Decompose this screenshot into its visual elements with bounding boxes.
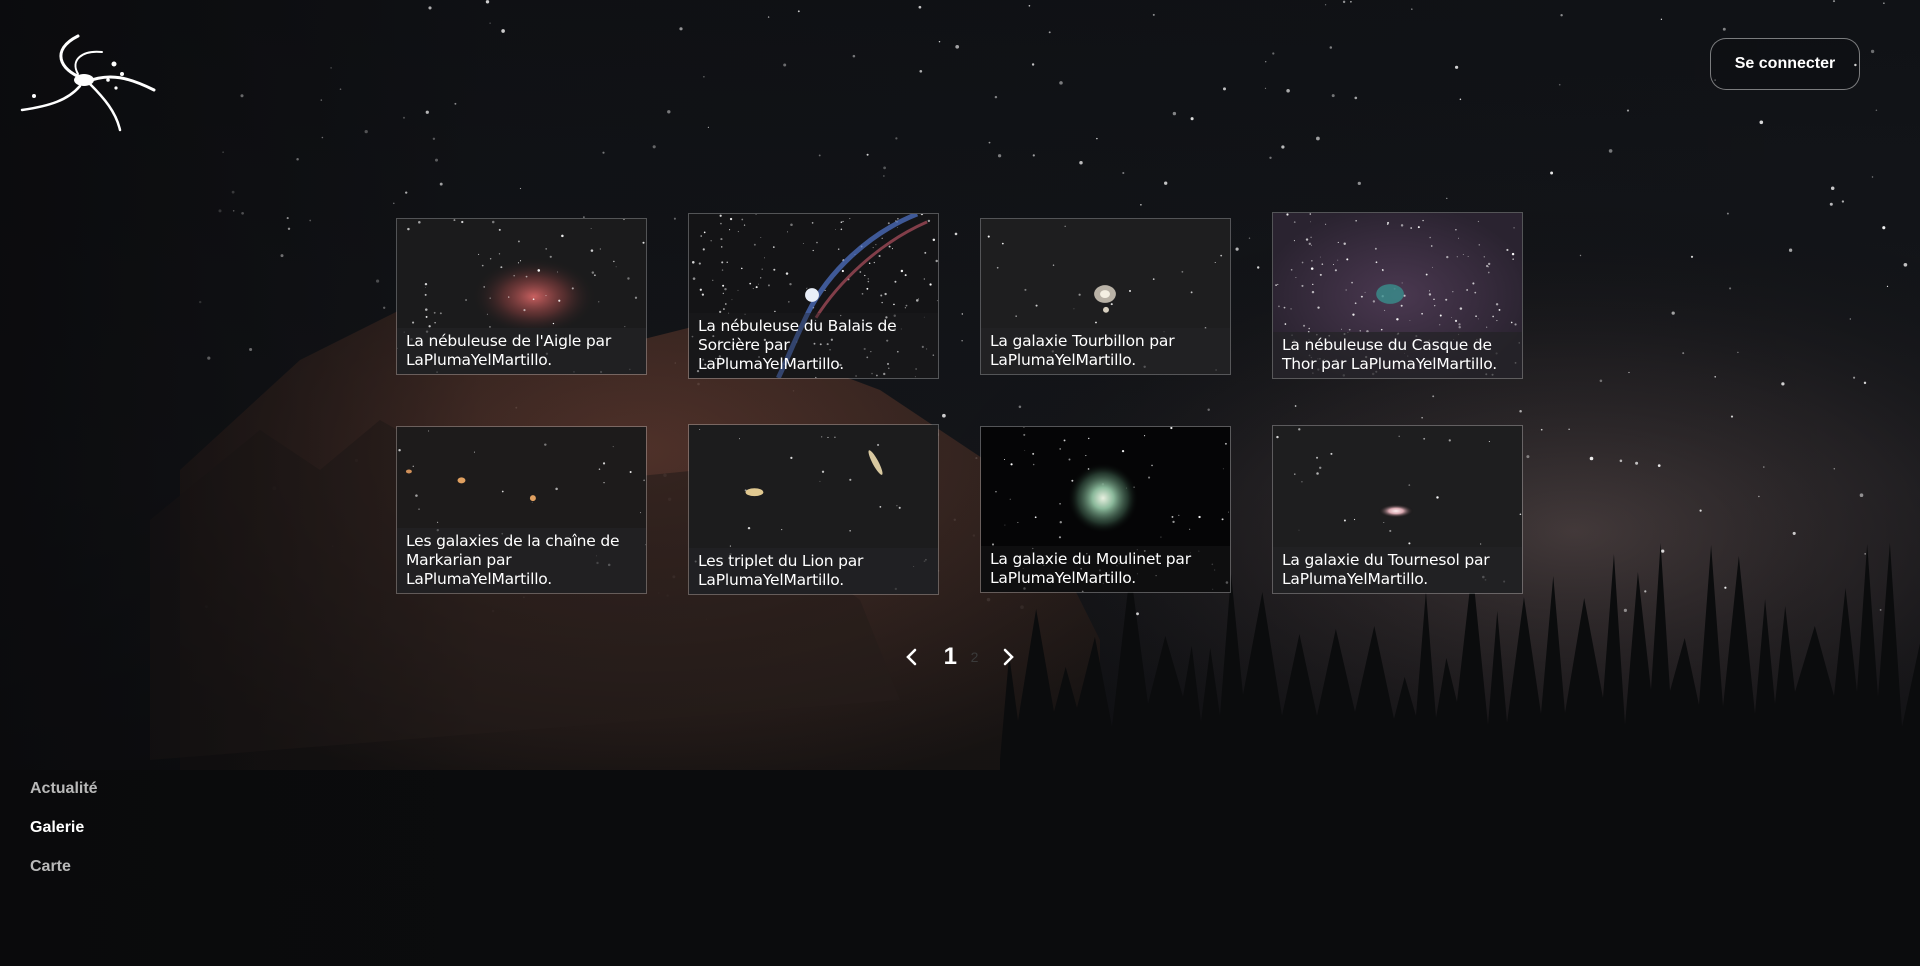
next-page-button[interactable] <box>998 646 1020 668</box>
gallery-card-witch-broom-nebula[interactable]: La nébuleuse du Balais de Sorcière par L… <box>688 213 939 379</box>
main-nav: Actualité Galerie Carte <box>30 780 98 897</box>
gallery-card-thors-helmet-nebula[interactable]: La nébuleuse du Casque de Thor par LaPlu… <box>1272 212 1523 379</box>
current-page-number: 1 <box>943 643 957 670</box>
pagination: 1 2 <box>900 640 1020 674</box>
gallery-card-sunflower-galaxy[interactable]: La galaxie du Tournesol par LaPlumaYelMa… <box>1272 425 1523 594</box>
gallery-caption: La galaxie Tourbillon par LaPlumaYelMart… <box>981 328 1230 374</box>
chevron-right-icon <box>1003 648 1014 666</box>
gallery-caption: La galaxie du Moulinet par LaPlumaYelMar… <box>981 546 1230 592</box>
gallery-card-markarian-chain[interactable]: Les galaxies de la chaîne de Markarian p… <box>396 426 647 594</box>
gallery-card-eagle-nebula[interactable]: La nébuleuse de l'Aigle par LaPlumaYelMa… <box>396 218 647 375</box>
chevron-left-icon <box>906 648 917 666</box>
next-page-number[interactable]: 2 <box>971 649 979 665</box>
nav-item-carte[interactable]: Carte <box>30 858 98 878</box>
nav-item-galerie[interactable]: Galerie <box>30 819 98 839</box>
gallery-caption: La nébuleuse du Casque de Thor par LaPlu… <box>1273 332 1522 378</box>
gallery-caption: La nébuleuse du Balais de Sorcière par L… <box>689 313 938 378</box>
nav-item-actualite[interactable]: Actualité <box>30 780 98 800</box>
gallery-caption: La nébuleuse de l'Aigle par LaPlumaYelMa… <box>397 328 646 374</box>
previous-page-button[interactable] <box>900 646 922 668</box>
gallery-card-leo-triplet[interactable]: Les triplet du Lion par LaPlumaYelMartil… <box>688 424 939 595</box>
night-sky-background <box>0 0 1920 966</box>
gallery-caption: Les galaxies de la chaîne de Markarian p… <box>397 528 646 593</box>
gallery-caption: Les triplet du Lion par LaPlumaYelMartil… <box>689 548 938 594</box>
gallery-card-pinwheel-galaxy[interactable]: La galaxie du Moulinet par LaPlumaYelMar… <box>980 426 1231 593</box>
spiral-galaxy-logo-icon[interactable] <box>20 30 160 134</box>
gallery-card-whirlpool-galaxy[interactable]: La galaxie Tourbillon par LaPlumaYelMart… <box>980 218 1231 375</box>
login-button[interactable]: Se connecter <box>1710 38 1860 90</box>
gallery-caption: La galaxie du Tournesol par LaPlumaYelMa… <box>1273 547 1522 593</box>
